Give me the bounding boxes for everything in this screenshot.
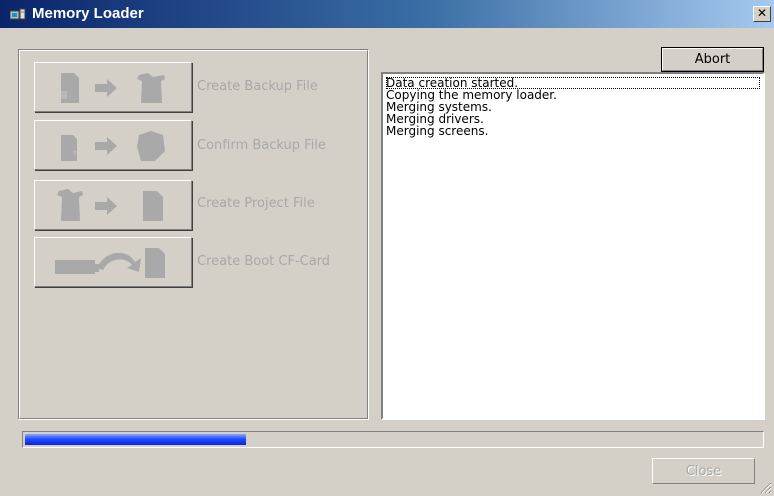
card-to-device-icon [61, 73, 165, 103]
confirm-backup-file-label: Confirm Backup File [197, 138, 326, 153]
create-boot-cf-card-label: Create Boot CF-Card [197, 254, 331, 269]
compare-backup-icon [61, 131, 165, 161]
create-boot-cf-card-button[interactable] [34, 237, 192, 287]
log-line: Merging screens. [386, 124, 489, 138]
create-backup-file-label: Create Backup File [197, 79, 318, 94]
log-output[interactable]: Data creation started. Copying the memor… [381, 72, 765, 420]
confirm-backup-file-button[interactable] [34, 120, 192, 170]
device-to-card-icon [57, 189, 163, 221]
close-button[interactable]: Close [652, 458, 755, 484]
resize-grip-icon[interactable] [758, 480, 772, 494]
progress-bar-fill [25, 434, 246, 445]
memory-loader-app-icon [9, 7, 26, 21]
create-backup-file-button[interactable] [34, 62, 192, 112]
window-close-button[interactable]: ✕ [753, 6, 771, 22]
create-project-file-button[interactable] [34, 180, 192, 230]
window-title: Memory Loader [32, 5, 144, 22]
title-bar[interactable]: Memory Loader ✕ [0, 0, 774, 28]
abort-button[interactable]: Abort [661, 47, 764, 72]
progress-bar [22, 431, 764, 448]
memory-loader-window: Memory Loader ✕ Create Backup File Confi… [0, 0, 774, 496]
create-project-file-label: Create Project File [197, 196, 315, 211]
boot-card-icon [55, 248, 165, 278]
